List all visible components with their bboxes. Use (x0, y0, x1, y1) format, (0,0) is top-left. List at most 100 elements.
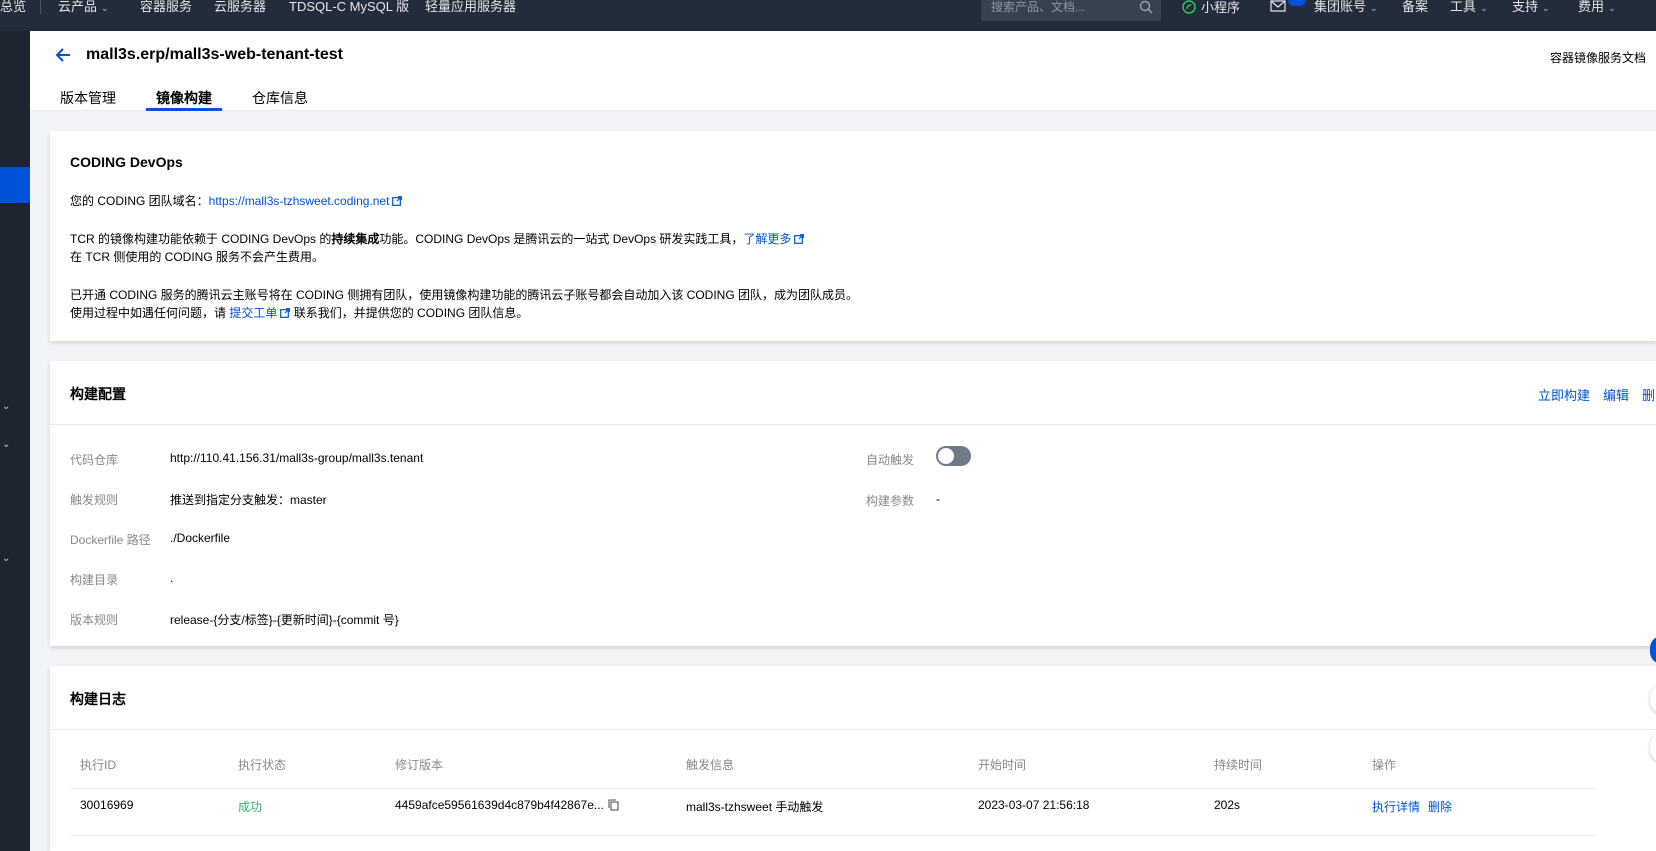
nav-link-tdsql[interactable]: TDSQL-C MySQL 版 (289, 0, 409, 14)
chevron-down-icon[interactable]: ⌄ (2, 553, 10, 564)
copy-icon[interactable] (608, 799, 619, 811)
coding-info-line-4: 使用过程中如遇任何问题，请 提交工单 联系我们，并提供您的 CODING 团队信… (70, 304, 528, 321)
coding-line4-b: 联系我们，并提供您的 CODING 团队信息。 (293, 306, 529, 320)
cell-start-time: 2023-03-07 21:56:18 (978, 798, 1090, 812)
field-label-build-dir: 构建目录 (70, 573, 119, 587)
miniapp-icon (1182, 0, 1196, 14)
field-label-version-rule: 版本规则 (70, 613, 119, 627)
field-value-trigger-rule: 推送到指定分支触发：master (170, 493, 327, 507)
coding-line1-bold: 持续集成 (331, 232, 380, 246)
card-divider (50, 729, 1656, 730)
auto-trigger-label: 自动触发 (866, 453, 915, 467)
external-link-icon[interactable] (392, 196, 403, 206)
delete-log-link[interactable]: 删除 (1428, 800, 1452, 814)
col-header-duration: 持续时间 (1214, 758, 1263, 772)
nav-link-cvm[interactable]: 云服务器 (214, 0, 266, 14)
search-icon[interactable] (1139, 0, 1153, 14)
auto-trigger-toggle[interactable] (936, 446, 971, 466)
revision-hash: 4459afce59561639d4c879b4f42867e... (395, 798, 604, 812)
chevron-down-icon: ⌄ (1480, 3, 1488, 13)
top-navigation-bar: 总览 云产品 ⌄ 容器服务 云服务器 TDSQL-C MySQL 版 轻量应用服务… (0, 0, 1656, 31)
coding-devops-card: CODING DevOps 您的 CODING 团队域名：https://mal… (50, 131, 1656, 341)
coding-line4-a: 使用过程中如遇任何问题，请 (70, 306, 227, 320)
coding-line1-a: TCR 的镜像构建功能依赖于 CODING DevOps 的 (70, 232, 332, 246)
search-input[interactable] (991, 0, 1141, 14)
field-label-code-repo: 代码仓库 (70, 453, 119, 467)
coding-domain-label: 您的 CODING 团队域名： (70, 194, 209, 208)
external-link-icon[interactable] (794, 234, 805, 244)
coding-domain-line: 您的 CODING 团队域名：https://mall3s-tzhsweet.c… (70, 192, 403, 209)
chevron-down-icon: ⌄ (1608, 3, 1616, 13)
coding-info-line-2: 在 TCR 侧使用的 CODING 服务不会产生费用。 (70, 250, 324, 264)
build-params-label: 构建参数 (866, 494, 915, 508)
cell-trigger-info: mall3s-tzhsweet 手动触发 (686, 800, 824, 814)
external-link-icon[interactable] (280, 308, 291, 318)
field-label-dockerfile-path: Dockerfile 路径 (70, 533, 151, 547)
build-config-card: 构建配置 立即构建编辑删除 代码仓库 http://110.41.156.31/… (50, 361, 1656, 646)
nav-billing[interactable]: 费用 ⌄ (1578, 0, 1616, 15)
search-box (981, 0, 1161, 21)
nav-miniapp[interactable]: 小程序 (1182, 0, 1240, 15)
cell-exec-id: 30016969 (80, 798, 134, 812)
build-config-actions: 立即构建编辑删除 (1538, 385, 1656, 404)
field-label-trigger-rule: 触发规则 (70, 493, 119, 507)
chevron-down-icon: ⌄ (1542, 3, 1550, 13)
doc-link[interactable]: 容器镜像服务文档 (1550, 49, 1646, 66)
build-params-value: - (936, 492, 940, 506)
delete-config-button[interactable]: 删除 (1642, 388, 1656, 403)
mail-icon[interactable] (1270, 0, 1286, 12)
chevron-down-icon[interactable]: ⌄ (2, 439, 10, 450)
nav-products[interactable]: 云产品 ⌄ (58, 0, 109, 15)
sidebar-active-item[interactable] (0, 167, 30, 203)
edit-button[interactable]: 编辑 (1603, 388, 1629, 403)
field-value-code-repo: http://110.41.156.31/mall3s-group/mall3s… (170, 451, 424, 465)
submit-ticket-link[interactable]: 提交工单 (229, 306, 277, 320)
nav-beian[interactable]: 备案 (1402, 0, 1428, 14)
cell-duration: 202s (1214, 798, 1241, 812)
col-header-actions: 操作 (1372, 758, 1397, 772)
nav-tools[interactable]: 工具 ⌄ (1450, 0, 1488, 15)
chevron-down-icon: ⌄ (1370, 3, 1378, 13)
page-title: mall3s.erp/mall3s-web-tenant-test (86, 46, 343, 63)
back-arrow-icon[interactable] (54, 46, 72, 64)
build-log-card: 构建日志 执行ID 执行状态 修订版本 触发信息 开始时间 持续时间 操作 30… (50, 666, 1656, 851)
col-header-trigger: 触发信息 (686, 758, 735, 772)
left-sidebar: ⌄ ⌄ ⌄ (0, 31, 30, 851)
nav-link-lighthouse[interactable]: 轻量应用服务器 (425, 0, 516, 14)
cell-actions: 执行详情 删除 (1372, 798, 1452, 815)
status-badge: 成功 (238, 800, 263, 814)
col-header-start-time: 开始时间 (978, 758, 1027, 772)
nav-billing-label: 费用 (1578, 0, 1605, 14)
toggle-knob (938, 448, 954, 464)
card-divider (50, 424, 1656, 425)
nav-link-container-service[interactable]: 容器服务 (140, 0, 192, 14)
nav-support[interactable]: 支持 ⌄ (1512, 0, 1550, 15)
table-header-divider (70, 788, 1596, 789)
table-row-divider (70, 835, 1596, 836)
col-header-status: 执行状态 (238, 758, 287, 772)
nav-account[interactable]: 集团账号 ⌄ (1314, 0, 1378, 15)
chevron-down-icon: ⌄ (101, 3, 109, 13)
coding-domain-link[interactable]: https://mall3s-tzhsweet.coding.net (209, 194, 390, 208)
col-header-exec-id: 执行ID (80, 758, 117, 772)
tab-repo-info[interactable]: 仓库信息 (252, 88, 308, 108)
nav-tools-label: 工具 (1450, 0, 1477, 14)
nav-account-label: 集团账号 (1314, 0, 1367, 14)
build-config-title: 构建配置 (70, 386, 126, 402)
tab-image-build[interactable]: 镜像构建 (156, 88, 212, 108)
field-value-build-dir: . (170, 571, 174, 585)
coding-info-line-1: TCR 的镜像构建功能依赖于 CODING DevOps 的持续集成功能。COD… (70, 230, 805, 247)
exec-detail-link[interactable]: 执行详情 (1372, 800, 1420, 814)
notification-badge (1288, 0, 1306, 6)
coding-line1-b: 功能。CODING DevOps 是腾讯云的一站式 DevOps 研发实践工具， (379, 232, 744, 246)
build-now-button[interactable]: 立即构建 (1538, 388, 1590, 403)
tab-version-management[interactable]: 版本管理 (60, 88, 116, 108)
field-value-version-rule: release-{分支/标签}-{更新时间}-{commit 号} (170, 613, 399, 627)
nav-overview[interactable]: 总览 (0, 0, 26, 14)
nav-miniapp-label: 小程序 (1201, 0, 1241, 15)
learn-more-link[interactable]: 了解更多 (743, 232, 791, 246)
coding-card-title: CODING DevOps (70, 154, 183, 170)
nav-divider (40, 0, 41, 14)
chevron-down-icon[interactable]: ⌄ (2, 401, 10, 412)
col-header-revision: 修订版本 (395, 758, 444, 772)
